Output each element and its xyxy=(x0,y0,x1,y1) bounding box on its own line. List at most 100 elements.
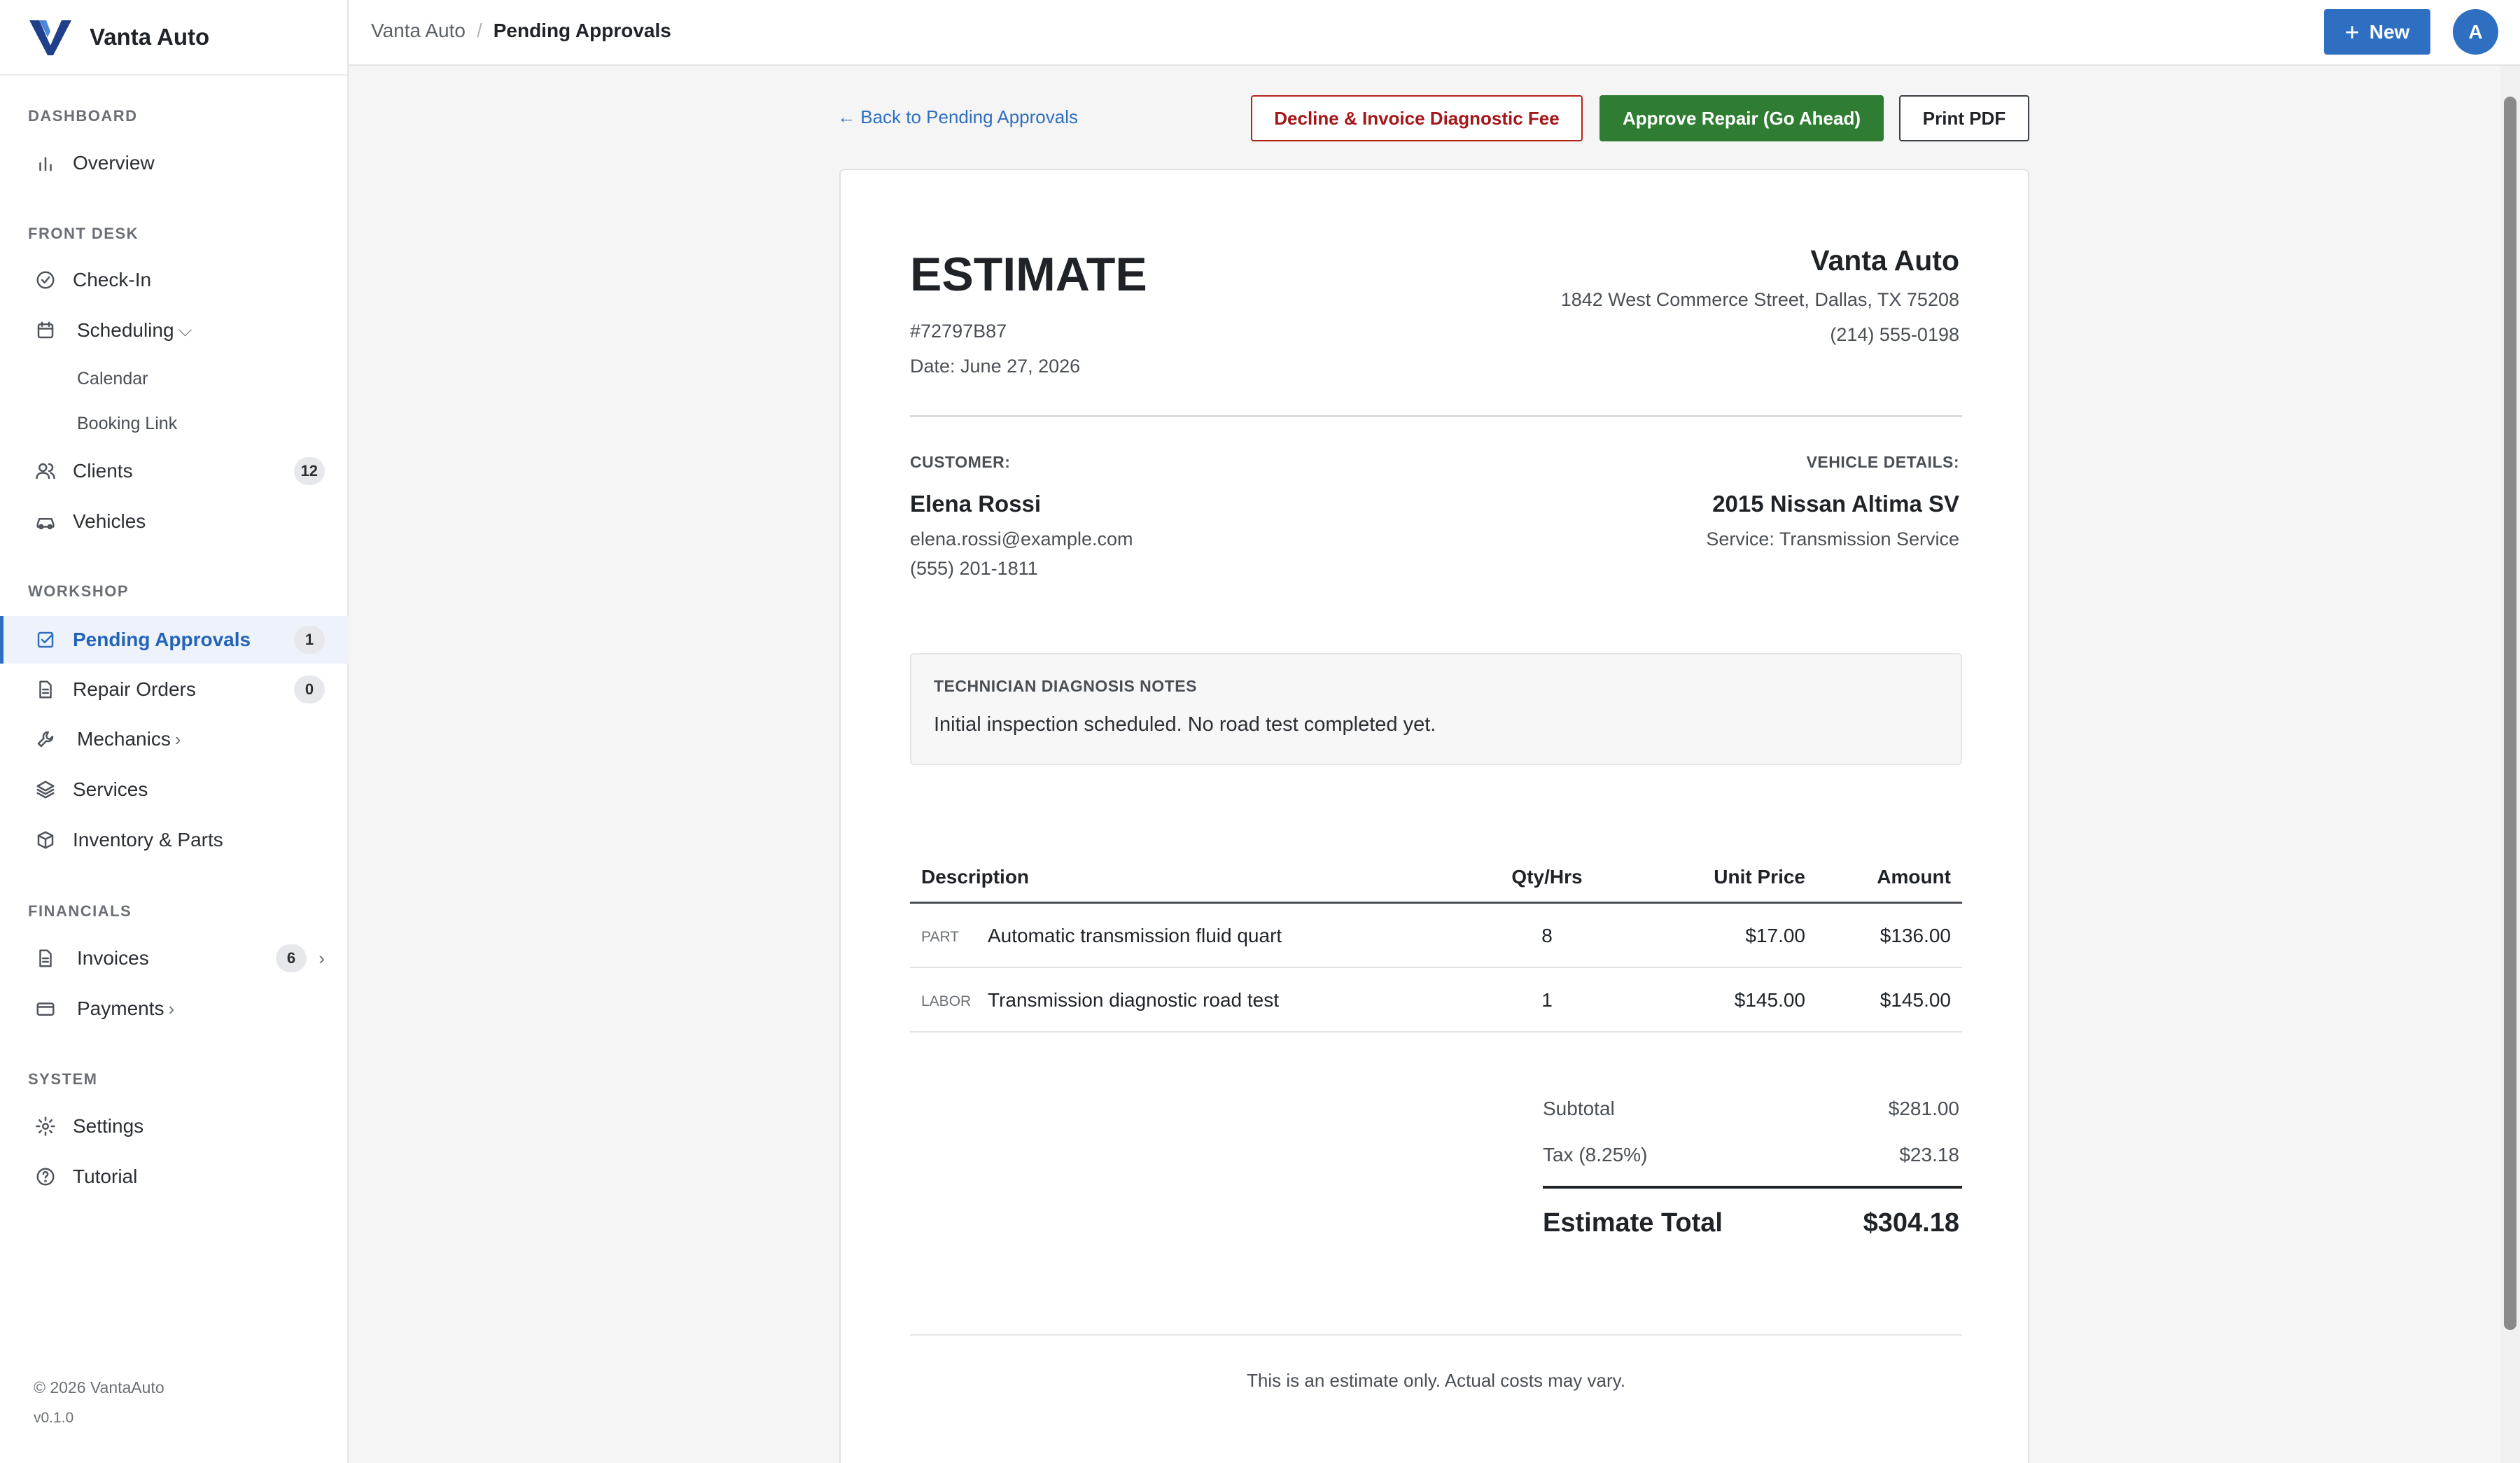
section-dashboard: DASHBOARD xyxy=(28,107,138,125)
section-front-desk: FRONT DESK xyxy=(28,225,139,242)
credit-card-icon xyxy=(34,997,57,1021)
customer-label: CUSTOMER: xyxy=(910,453,1011,471)
tax-label: Tax (8.25%) xyxy=(1543,1144,1648,1166)
subtotal-value: $281.00 xyxy=(1888,1098,1959,1119)
totals-divider xyxy=(1543,1186,1962,1189)
help-circle-icon xyxy=(34,1165,57,1189)
header-divider xyxy=(910,415,1962,417)
sidebar-item-invoices[interactable]: Invoices 6 › xyxy=(0,934,349,982)
sidebar-item-inventory[interactable]: Inventory & Parts xyxy=(0,816,349,864)
sidebar-item-label: Mechanics xyxy=(77,728,171,750)
diagnosis-notes-label: TECHNICIAN DIAGNOSIS NOTES xyxy=(934,677,1197,695)
table-header: Description Qty/Hrs Unit Price Amount xyxy=(910,850,1962,904)
sidebar-item-label: Clients xyxy=(73,460,133,482)
item-qty: 1 xyxy=(1541,989,1553,1011)
estimate-total-label: Estimate Total xyxy=(1543,1208,1723,1238)
sidebar-item-label: Pending Approvals xyxy=(73,629,251,650)
sidebar-item-label: Services xyxy=(73,778,148,800)
v-logo-icon xyxy=(29,20,71,55)
chevron-right-icon: › xyxy=(318,947,325,969)
sidebar: Vanta Auto DASHBOARD Overview FRONT DESK… xyxy=(0,0,349,1463)
gear-icon xyxy=(34,1114,57,1138)
breadcrumb-root[interactable]: Vanta Auto xyxy=(371,20,465,42)
sidebar-item-settings[interactable]: Settings xyxy=(0,1102,349,1150)
vehicle-name: 2015 Nissan Altima SV xyxy=(1712,491,1959,517)
sidebar-item-mechanics[interactable]: Mechanics › xyxy=(0,715,349,763)
sidebar-item-label: Invoices xyxy=(77,947,149,969)
tax-value: $23.18 xyxy=(1899,1144,1959,1166)
customer-email: elena.rossi@example.com xyxy=(910,528,1133,550)
scrollbar[interactable] xyxy=(2500,66,2520,1463)
sidebar-item-pending-approvals[interactable]: Pending Approvals 1 xyxy=(0,616,349,664)
sidebar-item-label: Inventory & Parts xyxy=(73,829,223,850)
sidebar-item-tutorial[interactable]: Tutorial xyxy=(0,1153,349,1200)
sidebar-item-services[interactable]: Services xyxy=(0,766,349,813)
sidebar-item-label: Vehicles xyxy=(73,510,146,532)
diagnosis-notes-text: Initial inspection scheduled. No road te… xyxy=(934,713,1436,736)
app-root: Vanta Auto DASHBOARD Overview FRONT DESK… xyxy=(0,0,2520,1463)
users-icon xyxy=(34,459,57,483)
customer-name: Elena Rossi xyxy=(910,491,1042,517)
sidebar-item-scheduling[interactable]: Scheduling ⌵ xyxy=(0,307,349,354)
vehicle-service: Service: Transmission Service xyxy=(1706,528,1959,550)
shop-address: 1842 West Commerce Street, Dallas, TX 75… xyxy=(1560,289,1959,310)
section-financials: FINANCIALS xyxy=(28,902,132,920)
avatar[interactable]: A xyxy=(2453,9,2498,55)
shop-phone: (214) 555-0198 xyxy=(1830,324,1959,345)
col-amount: Amount xyxy=(1877,866,1951,888)
estimate-card: ESTIMATE #72797B87 Date: June 27, 2026 V… xyxy=(839,169,2029,1463)
repair-orders-count-badge: 0 xyxy=(294,676,325,704)
sidebar-item-overview[interactable]: Overview xyxy=(0,139,349,187)
sidebar-subitem-calendar[interactable]: Calendar xyxy=(0,359,349,398)
footer-divider xyxy=(910,1334,1962,1336)
estimate-disclaimer: This is an estimate only. Actual costs m… xyxy=(1247,1370,1625,1391)
table-row: PART Automatic transmission fluid quart … xyxy=(910,904,1962,968)
col-description: Description xyxy=(921,866,1030,888)
item-description: Transmission diagnostic road test xyxy=(988,989,1280,1011)
sidebar-item-vehicles[interactable]: Vehicles xyxy=(0,498,349,545)
shop-name: Vanta Auto xyxy=(1810,244,1959,276)
topbar: Vanta Auto / Pending Approvals + New A xyxy=(349,0,2520,66)
section-system: SYSTEM xyxy=(28,1070,98,1088)
calendar-icon xyxy=(34,318,57,342)
breadcrumb: Vanta Auto / Pending Approvals xyxy=(371,20,671,42)
sidebar-item-label: Tutorial xyxy=(73,1166,138,1187)
print-pdf-button[interactable]: Print PDF xyxy=(1899,95,2029,141)
item-unit-price: $145.00 xyxy=(1734,989,1805,1011)
sidebar-item-payments[interactable]: Payments › xyxy=(0,985,349,1032)
customer-phone: (555) 201-1811 xyxy=(910,558,1038,579)
chevron-right-icon: › xyxy=(168,997,175,1019)
scrollbar-thumb[interactable] xyxy=(2504,97,2516,1330)
sidebar-item-clients[interactable]: Clients 12 xyxy=(0,447,349,495)
table-row: LABOR Transmission diagnostic road test … xyxy=(910,968,1962,1032)
sidebar-item-check-in[interactable]: Check-In xyxy=(0,256,349,304)
invoices-count-badge: 6 xyxy=(276,944,307,972)
back-to-pending-link[interactable]: ← Back to Pending Approvals xyxy=(837,106,1078,128)
item-kind: PART xyxy=(921,929,960,945)
checkbox-icon xyxy=(34,628,57,652)
estimate-number: #72797B87 xyxy=(910,321,1007,342)
decline-button[interactable]: Decline & Invoice Diagnostic Fee xyxy=(1251,95,1583,141)
sidebar-item-repair-orders[interactable]: Repair Orders 0 xyxy=(0,666,349,713)
approve-button[interactable]: Approve Repair (Go Ahead) xyxy=(1600,95,1884,141)
col-qty: Qty/Hrs xyxy=(1511,866,1583,888)
estimate-total-value: $304.18 xyxy=(1863,1208,1959,1238)
chevron-down-icon: ⌵ xyxy=(178,319,192,340)
pending-count-badge: 1 xyxy=(294,626,325,654)
col-unit-price: Unit Price xyxy=(1714,866,1805,888)
item-qty: 8 xyxy=(1541,925,1553,946)
diagnosis-notes: TECHNICIAN DIAGNOSIS NOTES Initial inspe… xyxy=(910,653,1962,765)
brand[interactable]: Vanta Auto xyxy=(0,0,347,76)
estimate-date: Date: June 27, 2026 xyxy=(910,356,1081,377)
new-button[interactable]: + New xyxy=(2324,9,2430,55)
sidebar-item-label: Repair Orders xyxy=(73,678,196,700)
item-amount: $136.00 xyxy=(1879,925,1951,946)
layers-icon xyxy=(34,778,57,802)
item-amount: $145.00 xyxy=(1879,989,1951,1011)
wrench-icon xyxy=(34,727,57,751)
new-button-label: New xyxy=(2369,20,2410,43)
estimate-title: ESTIMATE xyxy=(910,248,1147,301)
line-items-table: Description Qty/Hrs Unit Price Amount PA… xyxy=(910,850,1962,1032)
copyright: © 2026 VantaAuto xyxy=(34,1378,164,1396)
sidebar-subitem-booking-link[interactable]: Booking Link xyxy=(0,404,349,443)
